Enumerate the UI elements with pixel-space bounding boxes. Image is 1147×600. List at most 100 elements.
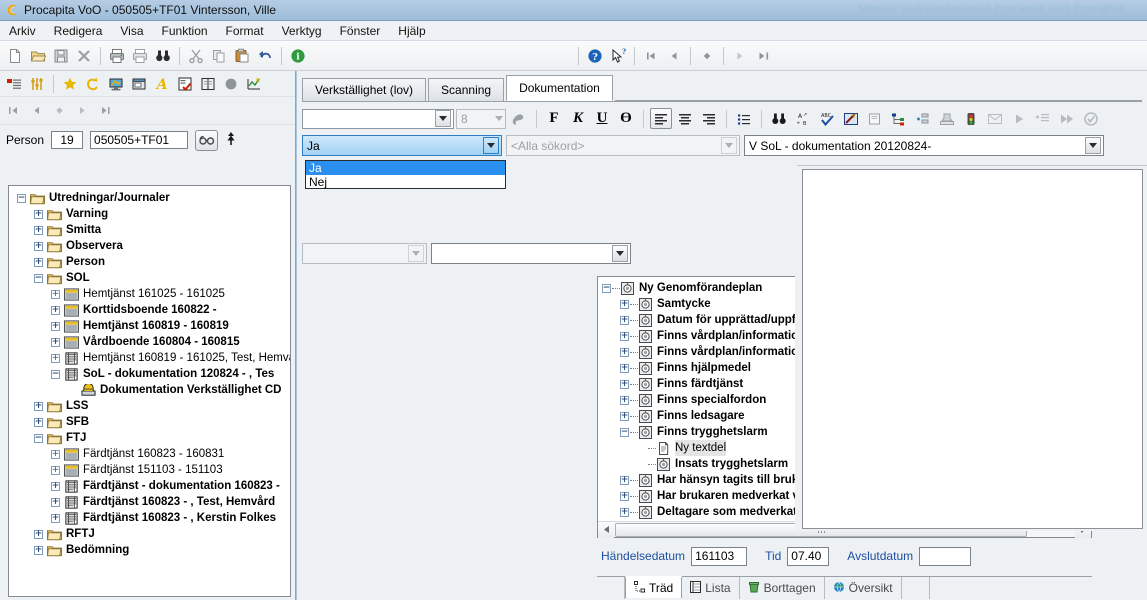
left-tree-item[interactable]: + Varning xyxy=(11,206,290,222)
tree-expand-icon[interactable]: + xyxy=(51,513,60,523)
tree-expand-icon[interactable]: + xyxy=(620,395,629,405)
value-combo-dropdown-list[interactable]: Ja Nej xyxy=(305,160,506,189)
filter-sliders-icon[interactable] xyxy=(26,73,48,95)
print-preview-icon[interactable] xyxy=(129,45,151,67)
info-icon[interactable]: i xyxy=(287,45,309,67)
left-tree-item[interactable]: + Bedömning xyxy=(11,542,290,558)
nav-first-icon[interactable] xyxy=(640,45,662,67)
tree-expand-icon[interactable]: + xyxy=(620,315,629,325)
tree-expand-icon[interactable]: + xyxy=(620,411,629,421)
find-binoculars-icon[interactable] xyxy=(152,45,174,67)
italic-button[interactable]: K xyxy=(567,108,589,129)
menu-item-arkiv[interactable]: Arkiv xyxy=(0,22,45,40)
tree-expand-icon[interactable]: + xyxy=(620,299,629,309)
delete-x-icon[interactable] xyxy=(73,45,95,67)
secondary-combo-right[interactable] xyxy=(431,243,631,264)
window-icon[interactable] xyxy=(128,73,150,95)
left-tree-item[interactable]: + Färdtjänst 160823 - , Test, Hemvård xyxy=(11,494,290,510)
spellcheck-icon[interactable]: ABC xyxy=(816,108,838,129)
help-circle-icon[interactable]: ? xyxy=(584,45,606,67)
tree-expand-icon[interactable]: + xyxy=(51,289,60,299)
nav-next-icon[interactable] xyxy=(74,103,90,119)
event-date-field[interactable] xyxy=(691,546,748,566)
menu-item-funktion[interactable]: Funktion xyxy=(153,22,217,40)
tree-expand-icon[interactable]: + xyxy=(620,363,629,373)
checklist-icon[interactable] xyxy=(174,73,196,95)
view-tab-lista[interactable]: Lista xyxy=(682,577,740,599)
scroll-left-button[interactable] xyxy=(598,521,614,538)
tree-collapse-icon[interactable]: − xyxy=(51,369,60,379)
keyword-combo[interactable]: <Alla sökord> xyxy=(506,135,740,156)
menu-item-format[interactable]: Format xyxy=(217,22,273,40)
nav-diamond-icon[interactable] xyxy=(696,45,718,67)
view-tab-oversikt[interactable]: Översikt xyxy=(825,577,902,599)
print-icon[interactable] xyxy=(106,45,128,67)
cut-scissors-icon[interactable] xyxy=(185,45,207,67)
nav-last-icon[interactable] xyxy=(97,103,113,119)
menu-item-fonster[interactable]: Fönster xyxy=(331,22,390,40)
tree-expand-icon[interactable]: + xyxy=(34,225,43,235)
approve-check-icon[interactable] xyxy=(1080,108,1102,129)
left-tree-item[interactable]: + Smitta xyxy=(11,222,290,238)
chevron-down-icon[interactable] xyxy=(408,245,424,262)
chevron-down-icon[interactable] xyxy=(1085,137,1101,154)
left-tree-item[interactable]: + Färdtjänst 160823 - 160831 xyxy=(11,446,290,462)
tree-expand-icon[interactable]: + xyxy=(51,497,60,507)
left-tree-item[interactable]: + RFTJ xyxy=(11,526,290,542)
highlight-icon[interactable] xyxy=(840,108,862,129)
menu-item-verktyg[interactable]: Verktyg xyxy=(273,22,331,40)
tab-dokumentation[interactable]: Dokumentation xyxy=(506,75,613,101)
font-family-select[interactable] xyxy=(302,108,454,129)
text-editor[interactable] xyxy=(802,169,1143,529)
tree-expand-icon[interactable]: + xyxy=(34,241,43,251)
list-icon[interactable] xyxy=(3,73,25,95)
dropdown-option-ja[interactable]: Ja xyxy=(306,161,505,175)
chart-icon[interactable] xyxy=(243,73,265,95)
left-tree-item[interactable]: − FTJ xyxy=(11,430,290,446)
mail-icon[interactable] xyxy=(984,108,1006,129)
chevron-down-icon[interactable] xyxy=(612,245,628,262)
find-binoculars-icon[interactable] xyxy=(768,108,790,129)
nav-prev-icon[interactable] xyxy=(663,45,685,67)
tree-expand-icon[interactable]: + xyxy=(51,305,60,315)
tree-expand-icon[interactable]: + xyxy=(620,331,629,341)
bullet-list-button[interactable] xyxy=(733,108,755,129)
chevron-down-icon[interactable] xyxy=(483,137,499,154)
tree-collapse-icon[interactable]: − xyxy=(34,273,43,283)
tree-expand-icon[interactable]: + xyxy=(34,257,43,267)
person-tree-icon[interactable] xyxy=(225,131,237,150)
tree-expand-icon[interactable]: + xyxy=(51,449,60,459)
left-tree-item[interactable]: Dokumentation Verkställighet CD xyxy=(11,382,290,398)
circle-icon[interactable] xyxy=(220,73,242,95)
tree-expand-icon[interactable]: + xyxy=(34,417,43,427)
nav-diamond-icon[interactable] xyxy=(51,103,67,119)
open-folder-icon[interactable] xyxy=(27,45,49,67)
nav-last-icon[interactable] xyxy=(752,45,774,67)
menu-item-hjalp[interactable]: Hjälp xyxy=(389,22,434,40)
refresh-icon[interactable] xyxy=(82,73,104,95)
dropdown-option-nej[interactable]: Nej xyxy=(306,175,505,189)
chevron-down-icon[interactable] xyxy=(435,110,451,127)
view-tab-borttagen[interactable]: Borttagen xyxy=(740,577,825,599)
tree-expand-icon[interactable]: + xyxy=(620,379,629,389)
nav-prev-icon[interactable] xyxy=(28,103,44,119)
left-navigation-tree[interactable]: − Utredningar/Journaler + Varning + Smitta + Ob… xyxy=(8,185,291,597)
add-node-icon[interactable] xyxy=(912,108,934,129)
nav-first-icon[interactable] xyxy=(5,103,21,119)
menu-item-visa[interactable]: Visa xyxy=(111,22,152,40)
tree-expand-icon[interactable]: + xyxy=(51,481,60,491)
tree-collapse-icon[interactable]: − xyxy=(602,283,611,293)
monitor-icon[interactable] xyxy=(105,73,127,95)
left-tree-item[interactable]: + Hemtjänst 160819 - 160819 xyxy=(11,318,290,334)
align-left-button[interactable] xyxy=(650,108,672,129)
left-tree-item[interactable]: + Färdtjänst 151103 - 151103 xyxy=(11,462,290,478)
traffic-light-icon[interactable] xyxy=(960,108,982,129)
tree-expand-icon[interactable]: + xyxy=(620,475,629,485)
glasses-search-icon[interactable] xyxy=(195,129,219,151)
value-combo[interactable]: Ja xyxy=(302,135,502,156)
fast-forward-icon[interactable] xyxy=(1056,108,1078,129)
book-icon[interactable] xyxy=(197,73,219,95)
time-field[interactable] xyxy=(787,546,830,566)
font-size-select[interactable]: 8 xyxy=(456,108,506,129)
tree-expand-icon[interactable]: + xyxy=(51,353,60,363)
